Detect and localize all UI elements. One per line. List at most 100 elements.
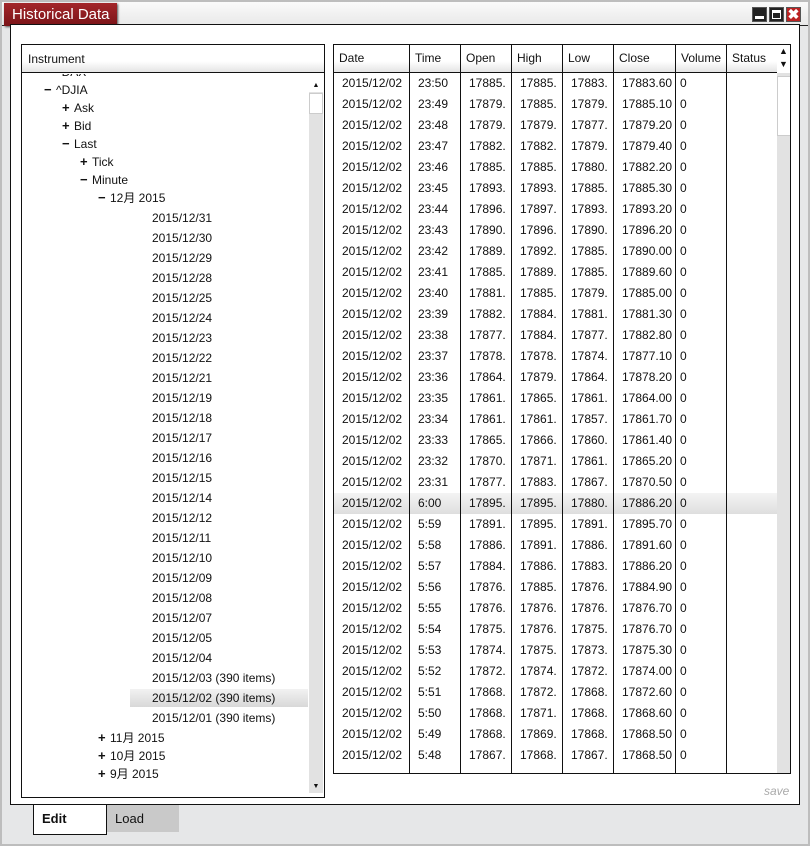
tree-node[interactable]: 2015/12/18 <box>152 409 212 427</box>
table-row[interactable]: 2015/12/02 23:40 17881. 17885. 17879. 17885.0… <box>334 283 777 304</box>
expand-icon[interactable]: + <box>62 99 74 117</box>
table-row[interactable]: 2015/12/02 5:54 17875. 17876. 17875. 17876.70… <box>334 619 777 640</box>
bullet-icon[interactable]: · <box>44 74 56 81</box>
table-row[interactable]: 2015/12/02 23:47 17882. 17882. 17879. 17879.4… <box>334 136 777 157</box>
tree-node[interactable]: 2015/12/21 <box>152 369 212 387</box>
tree-node[interactable]: +11月 2015 <box>98 729 165 747</box>
column-header-open[interactable]: Open <box>461 45 512 72</box>
table-row[interactable]: 2015/12/02 23:35 17861. 17865. 17861. 17864.0… <box>334 388 777 409</box>
tree-node[interactable]: 2015/12/30 <box>152 229 212 247</box>
tree-node[interactable]: −12月 2015 <box>98 189 165 207</box>
table-row[interactable]: 2015/12/02 5:53 17874. 17875. 17873. 17875.30… <box>334 640 777 661</box>
table-row[interactable]: 2015/12/02 23:39 17882. 17884. 17881. 17881.3… <box>334 304 777 325</box>
table-scrollbar[interactable] <box>777 73 790 773</box>
table-row[interactable]: 2015/12/02 5:56 17876. 17885. 17876. 17884.90… <box>334 577 777 598</box>
table-row[interactable]: 2015/12/02 23:36 17864. 17879. 17864. 17878.2… <box>334 367 777 388</box>
tree-node[interactable]: 2015/12/04 <box>152 649 212 667</box>
column-header-status[interactable]: Status <box>727 45 777 72</box>
tree-node[interactable]: 2015/12/24 <box>152 309 212 327</box>
tree-node[interactable]: 2015/12/03 (390 items) <box>152 669 275 687</box>
maximize-button[interactable] <box>769 7 784 22</box>
tree-node[interactable]: 2015/12/09 <box>152 569 212 587</box>
scroll-thumb[interactable] <box>309 93 323 114</box>
tree-node[interactable]: 2015/12/14 <box>152 489 212 507</box>
collapse-icon[interactable]: − <box>80 171 92 189</box>
arrow-down-icon[interactable]: ▼ <box>777 58 790 71</box>
table-row[interactable]: 2015/12/02 23:33 17865. 17866. 17860. 17861.4… <box>334 430 777 451</box>
tree-node[interactable]: 2015/12/29 <box>152 249 212 267</box>
tree-node[interactable]: 2015/12/15 <box>152 469 212 487</box>
tree-node[interactable]: 2015/12/17 <box>152 429 212 447</box>
tree-node[interactable]: +10月 2015 <box>98 747 165 765</box>
table-row[interactable]: 2015/12/02 23:31 17877. 17883. 17867. 17870.5… <box>334 472 777 493</box>
table-row[interactable]: 2015/12/02 5:50 17868. 17871. 17868. 17868.60… <box>334 703 777 724</box>
table-row[interactable]: 2015/12/02 23:37 17878. 17878. 17874. 17877.1… <box>334 346 777 367</box>
expand-icon[interactable]: + <box>98 729 110 747</box>
tree-node[interactable]: ·^DAX <box>44 74 86 81</box>
tree-node[interactable]: 2015/12/28 <box>152 269 212 287</box>
tree-node[interactable]: 2015/12/02 (390 items) <box>130 689 308 707</box>
tree-node[interactable]: − Minute <box>80 171 128 189</box>
collapse-icon[interactable]: − <box>62 135 74 153</box>
tree-node[interactable]: 2015/12/10 <box>152 549 212 567</box>
table-row[interactable]: 2015/12/02 6:00 17895. 17895. 17880. 17886.20… <box>334 493 777 514</box>
table-row[interactable]: 2015/12/02 23:38 17877. 17884. 17877. 17882.8… <box>334 325 777 346</box>
table-row[interactable]: 2015/12/02 5:49 17868. 17869. 17868. 17868.50… <box>334 724 777 745</box>
tree-node[interactable]: + Ask <box>62 99 94 117</box>
collapse-icon[interactable]: − <box>98 189 110 207</box>
table-row[interactable]: 2015/12/02 23:49 17879. 17885. 17879. 17885.1… <box>334 94 777 115</box>
table-row[interactable]: 2015/12/02 5:51 17868. 17872. 17868. 17872.60… <box>334 682 777 703</box>
table-row[interactable]: 2015/12/02 23:32 17870. 17871. 17861. 17865.2… <box>334 451 777 472</box>
table-row[interactable]: 2015/12/02 5:57 17884. 17886. 17883. 17886.20… <box>334 556 777 577</box>
tree-node[interactable]: 2015/12/05 <box>152 629 212 647</box>
expand-icon[interactable]: + <box>80 153 92 171</box>
column-header-volume[interactable]: Volume <box>676 45 727 72</box>
table-row[interactable]: 2015/12/02 23:45 17893. 17893. 17885. 17885.3… <box>334 178 777 199</box>
table-row[interactable]: 2015/12/02 23:42 17889. 17892. 17885. 17890.0… <box>334 241 777 262</box>
tree-node[interactable]: 2015/12/31 <box>152 209 212 227</box>
expand-icon[interactable]: + <box>98 765 110 783</box>
tree-node[interactable]: +9月 2015 <box>98 765 159 783</box>
arrow-up-icon[interactable]: ▲ <box>777 45 790 58</box>
tree-node[interactable]: 2015/12/16 <box>152 449 212 467</box>
column-header-high[interactable]: High <box>512 45 563 72</box>
collapse-icon[interactable]: − <box>44 81 56 99</box>
table-row[interactable]: 2015/12/02 23:43 17890. 17896. 17890. 17896.2… <box>334 220 777 241</box>
table-row[interactable]: 2015/12/02 5:52 17872. 17874. 17872. 17874.00… <box>334 661 777 682</box>
save-link[interactable]: save <box>764 784 789 798</box>
scroll-down-icon[interactable]: ▼ <box>309 781 323 793</box>
tab-edit[interactable]: Edit <box>33 805 107 835</box>
tree-node[interactable]: 2015/12/11 <box>152 529 211 547</box>
tree-scrollbar[interactable]: ▲ ▼ <box>309 80 323 793</box>
tree-node[interactable]: − Last <box>62 135 97 153</box>
column-header-low[interactable]: Low <box>563 45 614 72</box>
scroll-up-icon[interactable]: ▲ <box>309 80 323 92</box>
tree-node[interactable]: 2015/12/23 <box>152 329 212 347</box>
table-row[interactable]: 2015/12/02 23:48 17879. 17879. 17877. 17879.2… <box>334 115 777 136</box>
column-scroll-arrows[interactable]: ▲ ▼ <box>777 45 790 73</box>
minimize-button[interactable] <box>752 7 767 22</box>
tree-node[interactable]: + Bid <box>62 117 91 135</box>
tree-node[interactable]: 2015/12/08 <box>152 589 212 607</box>
table-row[interactable]: 2015/12/02 23:44 17896. 17897. 17893. 17893.2… <box>334 199 777 220</box>
expand-icon[interactable]: + <box>98 747 110 765</box>
table-row[interactable]: 2015/12/02 5:58 17886. 17891. 17886. 17891.60… <box>334 535 777 556</box>
tree-node[interactable]: 2015/12/19 <box>152 389 212 407</box>
tree-node[interactable]: 2015/12/12 <box>152 509 212 527</box>
table-row[interactable]: 2015/12/02 23:34 17861. 17861. 17857. 17861.7… <box>334 409 777 430</box>
close-button[interactable]: ✖ <box>786 7 801 22</box>
table-row[interactable]: 2015/12/02 23:41 17885. 17889. 17885. 17889.6… <box>334 262 777 283</box>
expand-icon[interactable]: + <box>62 117 74 135</box>
tree-node[interactable]: 2015/12/07 <box>152 609 212 627</box>
tree-node[interactable]: 2015/12/01 (390 items) <box>152 709 275 727</box>
scroll-thumb[interactable] <box>777 76 790 136</box>
table-row[interactable]: 2015/12/02 5:59 17891. 17895. 17891. 17895.70… <box>334 514 777 535</box>
table-row[interactable]: 2015/12/02 23:46 17885. 17885. 17880. 17882.2… <box>334 157 777 178</box>
tree-node[interactable]: + Tick <box>80 153 114 171</box>
column-header-close[interactable]: Close <box>614 45 676 72</box>
tree-node[interactable]: − ^DJIA <box>44 81 88 99</box>
tree-node[interactable]: 2015/12/25 <box>152 289 212 307</box>
column-header-date[interactable]: Date <box>334 45 410 72</box>
tree-node[interactable]: 2015/12/22 <box>152 349 212 367</box>
tab-load[interactable]: Load <box>107 805 179 832</box>
